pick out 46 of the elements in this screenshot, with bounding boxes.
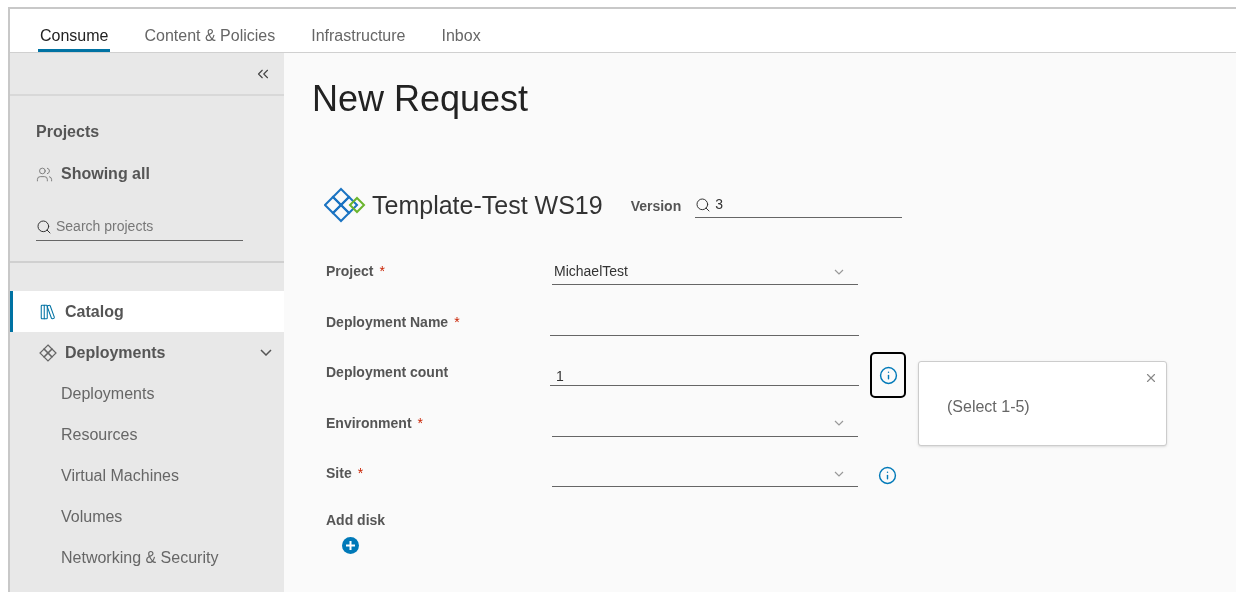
nav-tab[interactable]: Content & Policies — [142, 9, 278, 52]
field-label: Site — [326, 464, 352, 483]
nav-tab[interactable]: Infrastructure — [309, 9, 408, 52]
close-button[interactable] — [1144, 371, 1158, 385]
chevron-icon — [834, 420, 844, 426]
search-field[interactable]: Search projects — [56, 216, 243, 237]
required-mark: * — [454, 312, 460, 332]
chevron-icon — [834, 470, 844, 477]
close-icon — [1144, 371, 1158, 385]
sidebar-subitem[interactable]: Networking & Security — [10, 537, 284, 578]
books-icon — [39, 302, 57, 321]
template-name: Template-Test WS19 — [372, 190, 603, 222]
field-label: Deployment Name — [326, 312, 449, 332]
field-label: Deployment count — [326, 363, 449, 382]
tooltip-text: (Select 1-5) — [947, 397, 1030, 417]
projects-title: Projects — [36, 122, 101, 142]
field-label: Environment — [326, 413, 412, 433]
diamonds-icon — [39, 343, 57, 362]
info-icon — [878, 466, 897, 485]
sidebar-subitem[interactable]: Volumes — [10, 496, 284, 537]
version-label: Version — [630, 196, 682, 216]
sidebar-subitem[interactable]: Virtual Machines — [10, 455, 284, 496]
required-mark: * — [379, 262, 385, 281]
sidebar-subitem[interactable]: Deployments — [10, 373, 284, 414]
template-logo-icon — [324, 187, 366, 225]
required-mark: * — [357, 464, 364, 483]
version-field[interactable]: 3 — [715, 194, 903, 215]
projects-filter: Showing all — [61, 164, 150, 184]
input-field[interactable]: 1 — [550, 360, 859, 386]
chevron-icon — [834, 268, 844, 275]
sidebar-item[interactable]: Catalog — [10, 291, 284, 332]
search-icon — [695, 196, 712, 213]
sidebar-item[interactable]: Deployments — [10, 332, 284, 373]
field-label: Project — [326, 262, 374, 281]
info-button[interactable] — [870, 352, 906, 398]
select-field[interactable]: MichaelTest — [552, 259, 858, 285]
required-mark: * — [417, 413, 424, 433]
users-icon — [36, 165, 53, 183]
search-icon — [36, 218, 52, 235]
nav-tab[interactable]: Inbox — [439, 9, 483, 52]
add-disk-label: Add disk — [326, 510, 387, 530]
sidebar-subitem[interactable]: Resources — [10, 414, 284, 455]
add-disk-button[interactable] — [342, 536, 359, 554]
plus-icon — [345, 539, 356, 551]
page-title: New Request — [312, 81, 530, 117]
info-icon — [878, 365, 898, 385]
